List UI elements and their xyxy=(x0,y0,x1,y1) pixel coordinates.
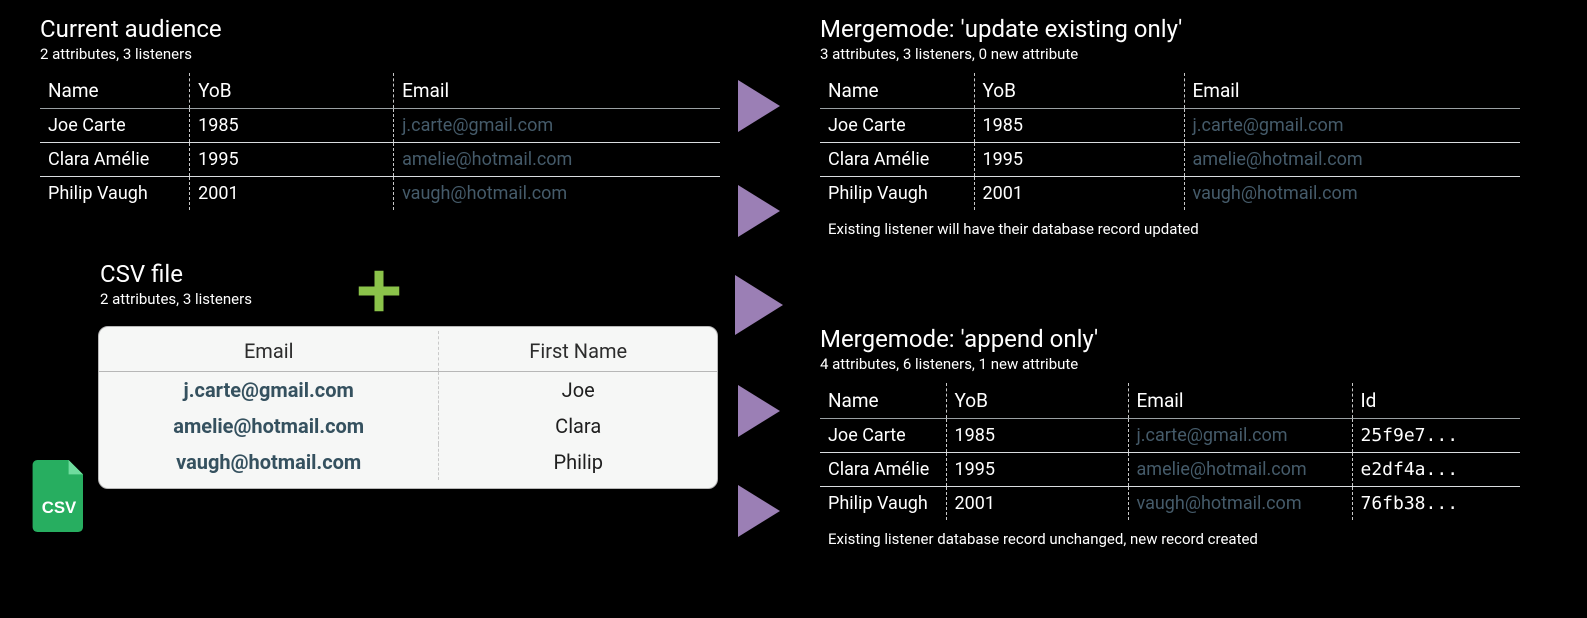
cell: Philip Vaugh xyxy=(40,177,190,211)
append-sub: 4 attributes, 6 listeners, 1 new attribu… xyxy=(820,355,1520,373)
arrow-right-icon xyxy=(735,275,783,335)
merge-title: Mergemode: 'update existing only' xyxy=(820,15,1520,43)
csv-cell-name: Clara xyxy=(439,408,717,444)
cell: 1995 xyxy=(190,143,394,177)
col-header: YoB xyxy=(974,73,1184,109)
cell: 2001 xyxy=(946,487,1128,521)
csv-title: CSV file xyxy=(100,260,252,288)
csv-cell-email: vaugh@hotmail.com xyxy=(99,444,439,480)
col-header: Name xyxy=(820,73,974,109)
arrow-right-icon xyxy=(738,185,780,237)
cell-email: vaugh@hotmail.com xyxy=(1184,177,1520,211)
cell: Philip Vaugh xyxy=(820,177,974,211)
current-audience-title: Current audience xyxy=(40,15,720,43)
arrow-right-icon xyxy=(738,485,780,537)
col-header: Name xyxy=(820,383,946,419)
col-header: Name xyxy=(40,73,190,109)
col-header: YoB xyxy=(190,73,394,109)
arrow-right-icon xyxy=(738,385,780,437)
cell: Clara Amélie xyxy=(40,143,190,177)
append-note: Existing listener database record unchan… xyxy=(820,520,1520,554)
cell-email: amelie@hotmail.com xyxy=(394,143,720,177)
cell-email: j.carte@gmail.com xyxy=(1184,109,1520,143)
cell-email: j.carte@gmail.com xyxy=(1128,419,1352,453)
append-title: Mergemode: 'append only' xyxy=(820,325,1520,353)
panel-current-audience: Current audience 2 attributes, 3 listene… xyxy=(40,15,720,210)
panel-merge-append: Mergemode: 'append only' 4 attributes, 6… xyxy=(820,325,1520,554)
append-table: Name YoB Email Id Joe Carte 1985 j.carte… xyxy=(820,383,1520,554)
current-audience-sub: 2 attributes, 3 listeners xyxy=(40,45,720,63)
cell: 1985 xyxy=(946,419,1128,453)
cell-id: 76fb38... xyxy=(1352,487,1520,521)
cell-email: amelie@hotmail.com xyxy=(1128,453,1352,487)
cell: 1985 xyxy=(190,109,394,143)
cell-id: e2df4a... xyxy=(1352,453,1520,487)
cell: Joe Carte xyxy=(820,109,974,143)
col-header: Email xyxy=(1184,73,1520,109)
csv-col-header: First Name xyxy=(439,331,717,372)
cell: Joe Carte xyxy=(820,419,946,453)
cell: 1995 xyxy=(946,453,1128,487)
cell: 2001 xyxy=(974,177,1184,211)
panel-merge-update: Mergemode: 'update existing only' 3 attr… xyxy=(820,15,1520,244)
csv-file-card: Email First Name j.carte@gmail.com Joe a… xyxy=(98,326,718,489)
csv-file-icon: CSV xyxy=(30,460,88,532)
cell: Clara Amélie xyxy=(820,453,946,487)
col-header: Email xyxy=(394,73,720,109)
merge-note: Existing listener will have their databa… xyxy=(820,210,1520,244)
csv-cell-email: j.carte@gmail.com xyxy=(99,372,439,409)
csv-cell-name: Philip xyxy=(439,444,717,480)
cell: 1995 xyxy=(974,143,1184,177)
cell-id: 25f9e7... xyxy=(1352,419,1520,453)
cell: Clara Amélie xyxy=(820,143,974,177)
current-audience-table: Name YoB Email Joe Carte 1985 j.carte@gm… xyxy=(40,73,720,210)
cell-email: amelie@hotmail.com xyxy=(1184,143,1520,177)
arrow-right-icon xyxy=(738,80,780,132)
cell: Joe Carte xyxy=(40,109,190,143)
csv-col-header: Email xyxy=(99,331,439,372)
col-header: Email xyxy=(1128,383,1352,419)
col-header: Id xyxy=(1352,383,1520,419)
csv-cell-email: amelie@hotmail.com xyxy=(99,408,439,444)
merge-sub: 3 attributes, 3 listeners, 0 new attribu… xyxy=(820,45,1520,63)
cell-email: vaugh@hotmail.com xyxy=(394,177,720,211)
csv-caption: CSV file 2 attributes, 3 listeners xyxy=(100,260,252,318)
cell: 2001 xyxy=(190,177,394,211)
plus-icon xyxy=(352,264,406,328)
cell-email: j.carte@gmail.com xyxy=(394,109,720,143)
cell: 1985 xyxy=(974,109,1184,143)
col-header: YoB xyxy=(946,383,1128,419)
csv-cell-name: Joe xyxy=(439,372,717,409)
cell-email: vaugh@hotmail.com xyxy=(1128,487,1352,521)
merge-table: Name YoB Email Joe Carte 1985 j.carte@gm… xyxy=(820,73,1520,244)
csv-sub: 2 attributes, 3 listeners xyxy=(100,290,252,308)
svg-text:CSV: CSV xyxy=(42,498,77,517)
cell: Philip Vaugh xyxy=(820,487,946,521)
